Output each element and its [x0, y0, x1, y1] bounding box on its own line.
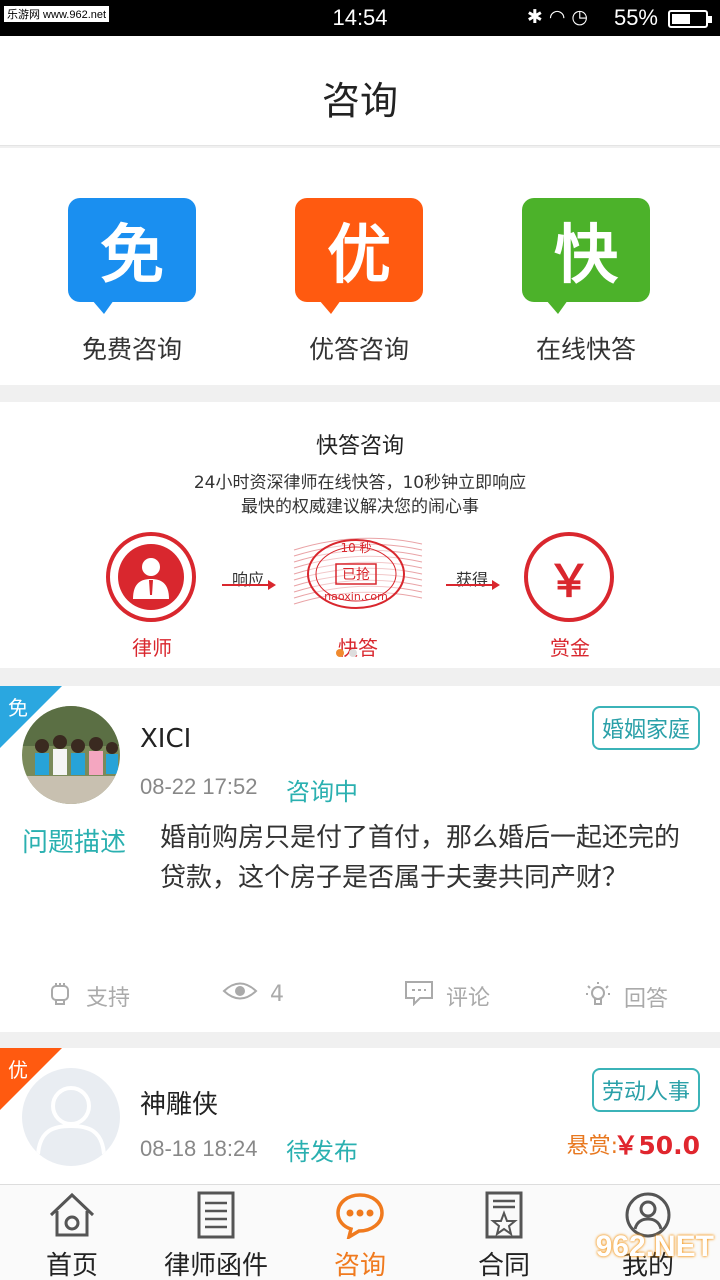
answer-label: 回答: [624, 987, 669, 1012]
question-card[interactable]: 免 XICI 08-22 17:52 咨询中 婚姻家庭 问题描述 婚前购房只是付…: [0, 686, 720, 1032]
ribbon-label: 免: [8, 696, 28, 720]
question-label: 问题描述: [22, 828, 127, 858]
carousel-dots: [336, 642, 362, 661]
tab-home[interactable]: 首页: [0, 1185, 144, 1280]
question-status: 待发布: [286, 1138, 358, 1166]
comment-icon: [404, 980, 434, 1012]
stamp-top-text: 10 秒: [340, 541, 371, 555]
lightbulb-icon: [584, 980, 612, 1014]
obtain-label: 获得: [456, 570, 489, 589]
yen-icon: ￥: [524, 532, 614, 622]
free-icon: 免: [68, 198, 196, 314]
support-label: 支持: [86, 986, 131, 1011]
page-header: 咨询: [0, 36, 720, 146]
stamp-mid-text: 已抢: [342, 566, 370, 583]
banner-line-1: 24小时资深律师在线快答，10秒钟立即响应: [193, 473, 527, 493]
ribbon-label: 优: [8, 1058, 28, 1082]
premium-consult-button[interactable]: 优 优答咨询: [279, 198, 439, 378]
lawyer-icon: [106, 532, 196, 622]
battery-icon: [668, 10, 712, 28]
stamp-bottom-text: naoxin.com: [324, 590, 388, 603]
comment-label: 评论: [446, 986, 491, 1011]
tab-label: 律师函件: [163, 1251, 268, 1280]
quick-answer-button[interactable]: 快 在线快答: [506, 198, 666, 378]
avatar[interactable]: [22, 1068, 120, 1166]
reward-caption: 赏金: [550, 636, 590, 660]
stamp-icon: 10 秒 已抢 naoxin.com: [293, 537, 423, 609]
user-name: 神雕侠: [140, 1090, 219, 1120]
home-icon: [49, 1192, 95, 1237]
user-name: XICI: [140, 724, 192, 754]
reward-label: 悬赏:: [566, 1134, 618, 1159]
question-card[interactable]: 优 神雕侠 08-18 18:24 待发布 劳动人事 悬赏: ￥50.0: [0, 1048, 720, 1184]
avatar[interactable]: [22, 706, 120, 804]
tab-label: 咨询: [333, 1251, 386, 1280]
page-title: 咨询: [321, 79, 398, 123]
default-avatar-icon: [36, 1086, 106, 1155]
fist-icon: [48, 980, 74, 1012]
comment-button[interactable]: 评论: [404, 980, 490, 1012]
quick-answer-label: 在线快答: [535, 335, 636, 364]
free-consult-label: 免费咨询: [81, 335, 182, 364]
category-tag[interactable]: 婚姻家庭: [591, 706, 700, 750]
tab-lawyer-letter[interactable]: 律师函件: [144, 1185, 288, 1280]
free-consult-button[interactable]: 免 免费咨询: [52, 198, 212, 378]
arrow-icon: [222, 580, 276, 590]
alarm-icon: ◷: [571, 6, 594, 28]
carousel-dot[interactable]: [336, 649, 344, 657]
quick-icon: 快: [522, 198, 650, 314]
post-time: 08-22 17:52: [140, 774, 258, 799]
status-bar: 乐游网 www.962.net 14:54 ✱◠◷ 55%: [0, 0, 720, 36]
status-icons: ✱◠◷: [527, 6, 594, 28]
chat-icon: [336, 1193, 384, 1239]
tab-label: 合同: [477, 1251, 530, 1280]
status-time: 14:54: [332, 5, 388, 30]
arrow-icon: [446, 580, 500, 590]
banner-title: 快答咨询: [315, 434, 404, 459]
document-icon: [197, 1191, 235, 1239]
answer-button[interactable]: 回答: [584, 980, 668, 1014]
carousel-dot[interactable]: [349, 649, 357, 657]
tab-label: 首页: [45, 1251, 98, 1280]
question-status: 咨询中: [286, 778, 358, 806]
premium-icon: 优: [295, 198, 423, 314]
question-text: 婚前购房只是付了首付，那么婚后一起还完的贷款，这个房子是否属于夫妻共同产财？: [160, 823, 681, 893]
lawyer-caption: 律师: [132, 636, 172, 660]
consult-types: 免 免费咨询 优 优答咨询 快 在线快答: [0, 148, 720, 385]
tab-consult[interactable]: 咨询: [288, 1185, 432, 1280]
respond-label: 响应: [232, 570, 265, 589]
views-counter: 4: [222, 980, 284, 1008]
reward-amount: ￥50.0: [613, 1131, 700, 1160]
headset-icon: ◠: [548, 6, 572, 28]
premium-consult-label: 优答咨询: [308, 335, 409, 364]
banner-line-2: 最快的权威建议解决您的闹心事: [241, 497, 479, 517]
support-button[interactable]: 支持: [48, 980, 130, 1012]
eye-icon: [222, 980, 258, 1008]
bluetooth-icon: ✱: [526, 6, 549, 28]
quick-answer-banner[interactable]: 快答咨询 24小时资深律师在线快答，10秒钟立即响应 最快的权威建议解决您的闹心…: [0, 402, 720, 668]
question-actions: 支持 4 评论 回答: [0, 980, 720, 1020]
yen-symbol: ￥: [547, 556, 591, 607]
post-time: 08-18 18:24: [140, 1136, 258, 1161]
battery-percent: 55%: [613, 5, 658, 30]
views-count: 4: [270, 981, 284, 1007]
category-tag[interactable]: 劳动人事: [591, 1068, 700, 1112]
contract-icon: [485, 1191, 523, 1239]
brand-watermark: 962.NET: [595, 1230, 714, 1263]
tab-contract[interactable]: 合同: [432, 1185, 576, 1280]
